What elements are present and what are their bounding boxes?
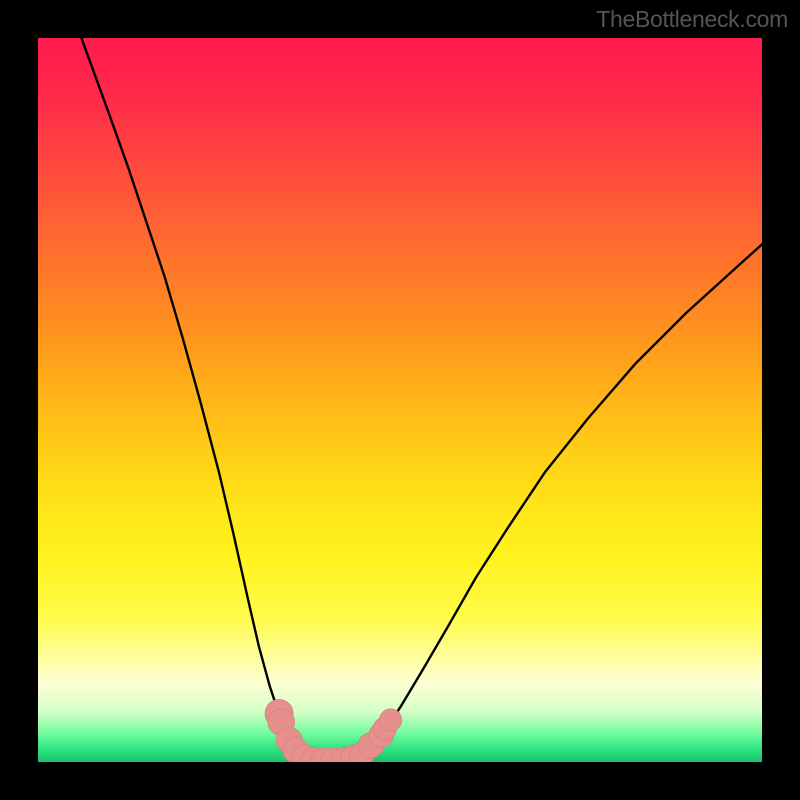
chart-svg	[38, 38, 762, 762]
curve-markers	[265, 699, 402, 762]
watermark-text: TheBottleneck.com	[596, 6, 788, 33]
curve-marker	[379, 709, 401, 731]
curve-path	[81, 38, 762, 761]
bottleneck-curve	[81, 38, 762, 761]
chart-frame: TheBottleneck.com	[0, 0, 800, 800]
plot-area	[38, 38, 762, 762]
